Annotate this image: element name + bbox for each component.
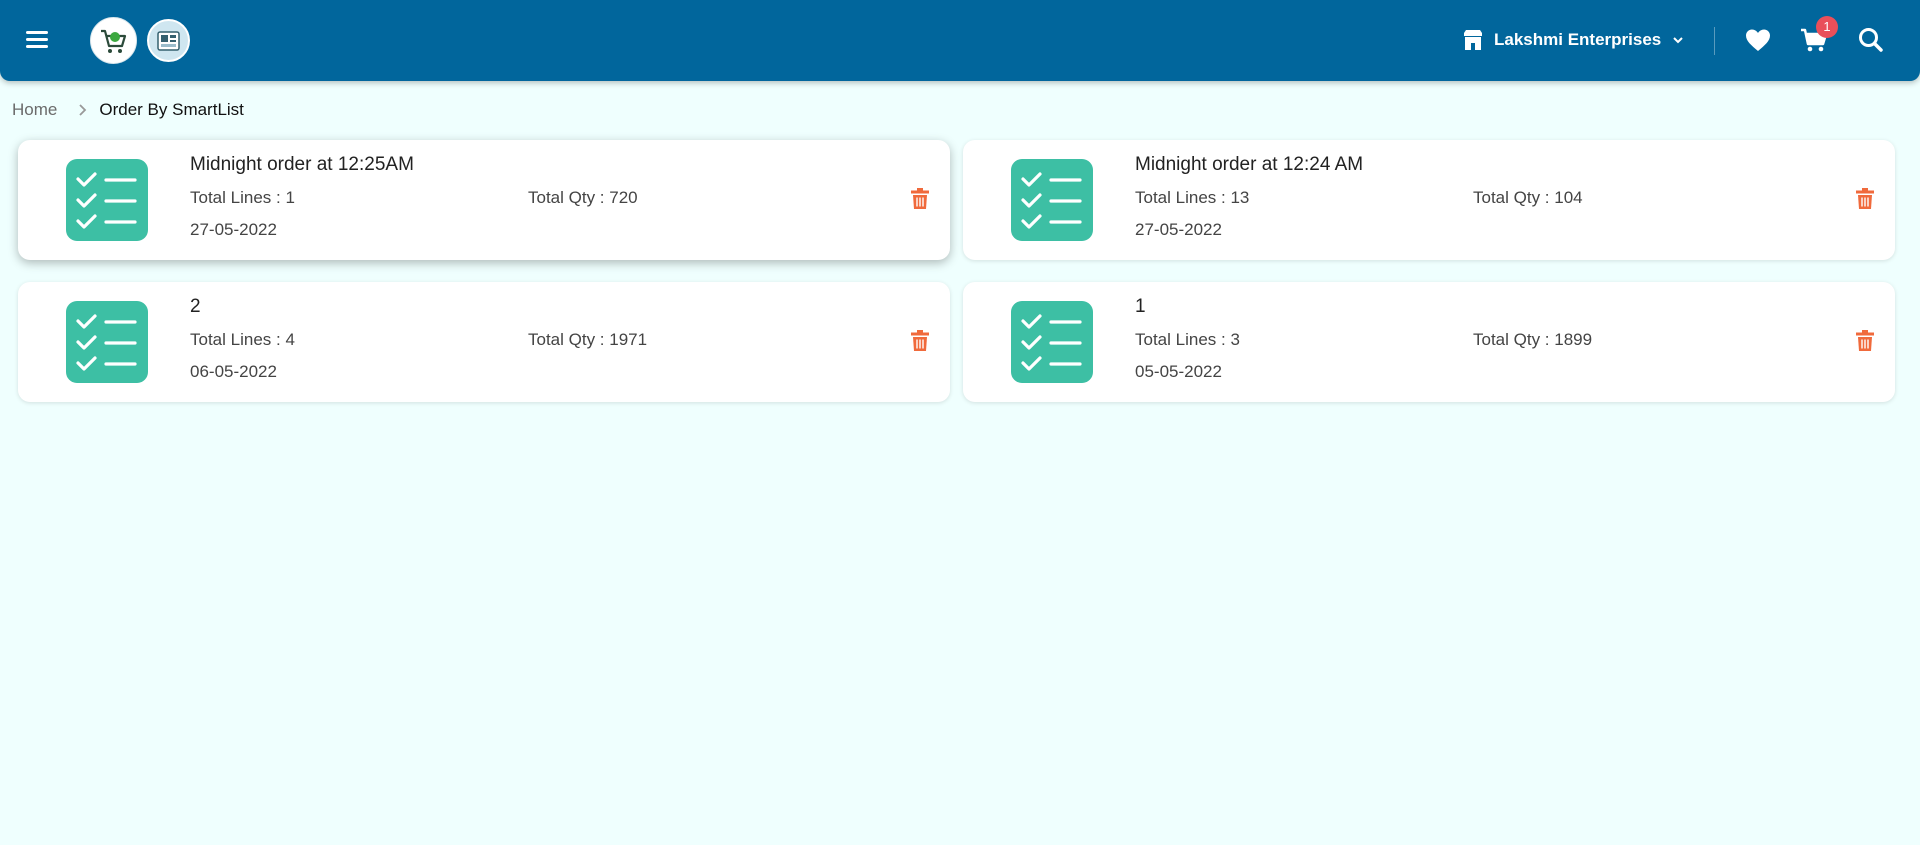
trash-icon[interactable] xyxy=(1855,330,1875,352)
trash-icon[interactable] xyxy=(1855,188,1875,210)
total-qty: Total Qty : 104 xyxy=(1473,188,1583,207)
cart-logo[interactable] xyxy=(90,17,137,64)
total-qty: Total Qty : 1899 xyxy=(1473,330,1593,349)
chevron-right-icon xyxy=(79,104,87,116)
distributor-logo[interactable] xyxy=(147,19,190,62)
total-lines: Total Lines : 1 xyxy=(190,188,295,207)
store-selector[interactable]: Lakshmi Enterprises xyxy=(1462,26,1685,54)
checklist-icon xyxy=(66,159,148,241)
chevron-down-icon xyxy=(1673,37,1683,44)
order-title: Midnight order at 12:25AM xyxy=(190,154,414,175)
order-date: 27-05-2022 xyxy=(1135,220,1222,239)
smartlist-card[interactable]: 1 Total Lines : 3 Total Qty : 1899 05-05… xyxy=(963,282,1895,402)
menu-icon[interactable] xyxy=(26,28,54,52)
checklist-icon xyxy=(1011,159,1093,241)
top-navbar: Lakshmi Enterprises 1 xyxy=(0,0,1920,81)
smartlist-card[interactable]: 2 Total Lines : 4 Total Qty : 1971 06-05… xyxy=(18,282,950,402)
order-date: 27-05-2022 xyxy=(190,220,277,239)
trash-icon[interactable] xyxy=(910,188,930,210)
store-icon xyxy=(1464,30,1482,50)
smartlist-card[interactable]: Midnight order at 12:25AM Total Lines : … xyxy=(18,140,950,260)
total-qty: Total Qty : 720 xyxy=(528,188,638,207)
trash-icon[interactable] xyxy=(910,330,930,352)
checklist-icon xyxy=(66,301,148,383)
order-title: 1 xyxy=(1135,296,1146,317)
total-lines: Total Lines : 3 xyxy=(1135,330,1240,349)
breadcrumb-home[interactable]: Home xyxy=(12,100,57,120)
order-date: 06-05-2022 xyxy=(190,362,277,381)
order-date: 05-05-2022 xyxy=(1135,362,1222,381)
total-lines: Total Lines : 4 xyxy=(190,330,295,349)
breadcrumb-current: Order By SmartList xyxy=(99,100,244,119)
smartlist-card[interactable]: Midnight order at 12:24 AM Total Lines :… xyxy=(963,140,1895,260)
cart-count-badge: 1 xyxy=(1816,16,1838,38)
heart-icon[interactable] xyxy=(1743,25,1773,55)
store-name: Lakshmi Enterprises xyxy=(1494,30,1662,49)
breadcrumb: Home Order By SmartList xyxy=(12,99,244,121)
total-lines: Total Lines : 13 xyxy=(1135,188,1250,207)
checklist-icon xyxy=(1011,301,1093,383)
header-divider xyxy=(1714,27,1715,55)
order-title: Midnight order at 12:24 AM xyxy=(1135,154,1364,175)
search-icon[interactable] xyxy=(1856,25,1886,55)
order-title: 2 xyxy=(190,296,201,317)
total-qty: Total Qty : 1971 xyxy=(528,330,648,349)
